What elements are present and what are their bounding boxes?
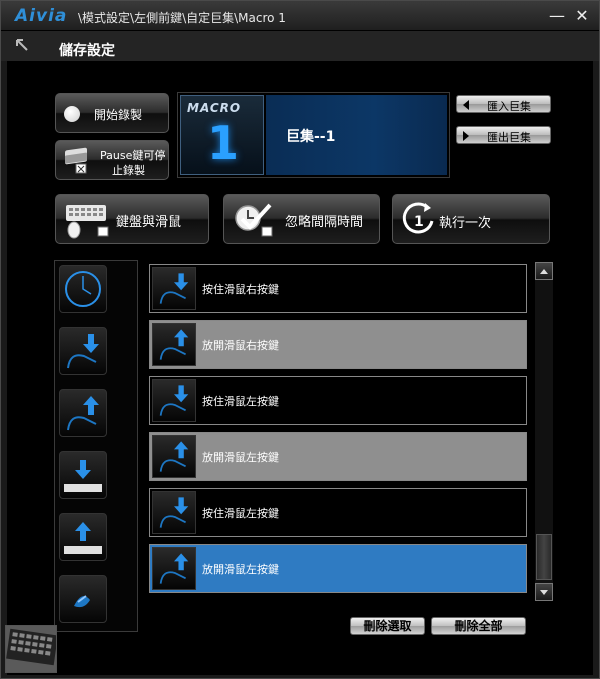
- ignore-interval-button[interactable]: 忽略間隔時間: [223, 194, 380, 244]
- mouse-press-tool-button[interactable]: [59, 327, 107, 375]
- page-title: 儲存設定: [59, 43, 115, 59]
- mouse-press-icon: [152, 491, 196, 534]
- delete-all-button[interactable]: 刪除全部: [431, 617, 526, 635]
- keyboard-photo-icon: [6, 626, 56, 672]
- pause-stop-button[interactable]: Pause鍵可停 止錄製: [55, 140, 169, 180]
- app-window: Aivia \模式設定\左側前鍵\自定巨集\Macro 1 — ✕ 儲存設定 開…: [0, 0, 600, 679]
- mouse-press-icon: [152, 379, 196, 422]
- start-record-button[interactable]: 開始錄製: [55, 93, 169, 133]
- pause-label-line2: 止錄製: [112, 164, 145, 177]
- delete-selected-button[interactable]: 刪除選取: [350, 617, 425, 635]
- action-row[interactable]: 放開滑鼠右按鍵: [149, 320, 527, 369]
- export-macro-label: 匯出巨集: [487, 131, 531, 144]
- macro-number: 1: [207, 116, 240, 170]
- svg-text:1: 1: [414, 214, 424, 230]
- scroll-down-button[interactable]: [535, 583, 553, 601]
- title-bar[interactable]: Aivia \模式設定\左側前鍵\自定巨集\Macro 1 — ✕: [1, 1, 599, 31]
- action-list: 按住滑鼠右按鍵 放開滑鼠右按鍵 按住滑鼠左按鍵 放開滑鼠左按鍵 按住滑鼠左按鍵 …: [149, 264, 527, 594]
- action-list-scrollbar[interactable]: [535, 262, 553, 601]
- back-arrow-icon[interactable]: [13, 37, 31, 55]
- action-row-selected[interactable]: 放開滑鼠左按鍵: [149, 544, 527, 593]
- action-row[interactable]: 放開滑鼠左按鍵: [149, 432, 527, 481]
- ignore-interval-label: 忽略間隔時間: [285, 215, 364, 230]
- mouse-release-icon: [152, 323, 196, 366]
- action-label: 放開滑鼠左按鍵: [202, 451, 279, 464]
- device-thumbnail[interactable]: [5, 625, 57, 673]
- mouse-release-icon: [152, 435, 196, 478]
- run-once-button[interactable]: 1 執行一次: [392, 194, 550, 244]
- mouse-release-tool-button[interactable]: [59, 389, 107, 437]
- window-title: \模式設定\左側前鍵\自定巨集\Macro 1: [78, 11, 286, 25]
- mouse-release-icon: [152, 547, 196, 590]
- close-button[interactable]: ✕: [571, 6, 593, 26]
- header-bar: 儲存設定: [1, 31, 599, 61]
- macro-display: MACRO 1 巨集--1: [177, 92, 450, 178]
- mouse-scroll-icon: [74, 595, 90, 608]
- keyboard-mouse-button[interactable]: 鍵盤與滑鼠: [55, 194, 209, 244]
- caret-down-icon: [540, 590, 548, 595]
- scroll-up-button[interactable]: [535, 262, 553, 280]
- import-macro-label: 匯入巨集: [487, 100, 531, 113]
- tools-panel: [54, 260, 138, 632]
- start-record-label: 開始錄製: [94, 108, 143, 122]
- action-label: 按住滑鼠左按鍵: [202, 395, 279, 408]
- action-label: 按住滑鼠左按鍵: [202, 507, 279, 520]
- action-label: 放開滑鼠左按鍵: [202, 563, 279, 576]
- macro-word: MACRO: [187, 101, 242, 115]
- mouse-press-icon: [152, 267, 196, 310]
- minimize-button[interactable]: —: [546, 6, 568, 26]
- caret-up-icon: [540, 269, 548, 274]
- keyboard-mouse-icon: [66, 205, 109, 239]
- action-label: 放開滑鼠右按鍵: [202, 339, 279, 352]
- main-panel: 開始錄製 Pause鍵可停 止錄製 MACRO 1 巨集--1 匯入巨集 匯出巨…: [7, 61, 593, 675]
- action-row[interactable]: 按住滑鼠左按鍵: [149, 488, 527, 537]
- scroll-thumb[interactable]: [536, 534, 552, 580]
- action-label: 按住滑鼠右按鍵: [202, 283, 279, 296]
- key-press-tool-button[interactable]: [59, 451, 107, 499]
- macro-name-panel[interactable]: 巨集--1: [266, 95, 447, 175]
- key-release-tool-button[interactable]: [59, 513, 107, 561]
- export-macro-button[interactable]: 匯出巨集: [456, 126, 551, 144]
- keyboard-key-icon: [65, 147, 87, 174]
- mouse-press-icon: [67, 334, 99, 369]
- run-once-label: 執行一次: [439, 216, 492, 231]
- macro-number-panel: MACRO 1: [180, 95, 264, 175]
- mouse-scroll-tool-button[interactable]: [59, 575, 107, 623]
- timer-icon: [65, 271, 101, 307]
- key-release-icon: [64, 522, 102, 554]
- triangle-left-icon: [463, 100, 469, 110]
- key-press-icon: [64, 460, 102, 492]
- macro-name: 巨集--1: [286, 129, 336, 145]
- mouse-release-icon: [67, 396, 99, 431]
- timer-tool-button[interactable]: [59, 265, 107, 313]
- keyboard-mouse-label: 鍵盤與滑鼠: [116, 215, 182, 230]
- import-macro-button[interactable]: 匯入巨集: [456, 95, 551, 113]
- triangle-right-icon: [463, 131, 469, 141]
- record-dot-icon: [64, 106, 80, 122]
- clock-check-icon: [235, 203, 273, 237]
- action-row[interactable]: 按住滑鼠左按鍵: [149, 376, 527, 425]
- pause-label-line1: Pause鍵可停: [100, 149, 166, 162]
- app-logo: Aivia: [15, 6, 68, 26]
- action-row[interactable]: 按住滑鼠右按鍵: [149, 264, 527, 313]
